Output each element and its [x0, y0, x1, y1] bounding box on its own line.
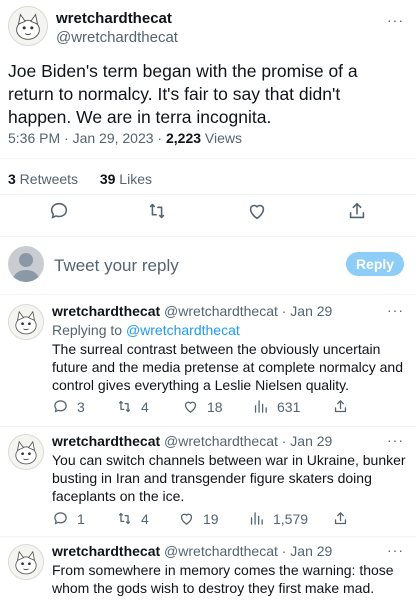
- default-user-icon: [13, 253, 39, 282]
- more-options-icon[interactable]: ···: [387, 302, 404, 318]
- engagement-stats: 3 Retweets 39 Likes: [8, 171, 152, 187]
- reply-icon: [54, 512, 67, 525]
- reply-handle-date[interactable]: @wretchardthecat · Jan 29: [160, 543, 332, 559]
- like-count-button[interactable]: 19: [178, 510, 219, 527]
- cat-cartoon-avatar-icon: [9, 305, 43, 339]
- reply-handle-date[interactable]: @wretchardthecat · Jan 29: [160, 303, 332, 319]
- reply-display-name[interactable]: wretchardthecat: [52, 433, 160, 449]
- retweet-icon[interactable]: [146, 200, 170, 224]
- views-chart-icon: [250, 512, 263, 525]
- reply-input[interactable]: Tweet your reply: [54, 256, 179, 276]
- views-count-button[interactable]: 1,579: [248, 510, 308, 527]
- reply-action-bar: 3 4 18 631: [52, 398, 402, 418]
- like-icon: [184, 401, 197, 413]
- views-count-button[interactable]: 631: [252, 398, 300, 415]
- reply-count: 3: [77, 398, 85, 415]
- divider: [0, 158, 416, 159]
- retweets-label: Retweets: [15, 171, 79, 187]
- views-count: 2,223: [165, 130, 202, 146]
- views-count: 631: [277, 398, 301, 415]
- author-handle[interactable]: @wretchardthecat: [56, 29, 178, 46]
- reply-count: 1: [77, 510, 85, 527]
- current-user-avatar[interactable]: [8, 246, 44, 282]
- like-count-button[interactable]: 18: [182, 398, 223, 415]
- like-icon: [180, 513, 193, 525]
- reply-text: The surreal contrast between the obvious…: [52, 341, 403, 393]
- retweets-stat[interactable]: 3 Retweets: [8, 171, 78, 187]
- like-count: 19: [203, 510, 219, 527]
- reply-display-name[interactable]: wretchardthecat: [52, 543, 160, 559]
- reply-header: wretchardthecat @wretchardthecat · Jan 2…: [52, 302, 332, 320]
- replying-to: Replying to @wretchardthecat: [52, 321, 240, 339]
- reply-handle-date[interactable]: @wretchardthecat · Jan 29: [160, 433, 332, 449]
- retweet-count-button[interactable]: 4: [116, 510, 149, 527]
- reply-header: wretchardthecat @wretchardthecat · Jan 2…: [52, 432, 332, 450]
- retweet-count: 4: [141, 398, 149, 415]
- like-icon[interactable]: [246, 200, 270, 224]
- replying-to-handle[interactable]: @wretchardthecat: [126, 322, 240, 338]
- divider: [0, 236, 416, 237]
- likes-count: 39: [99, 171, 116, 187]
- reply-text: You can switch channels between war in U…: [52, 452, 406, 504]
- share-icon[interactable]: [346, 200, 370, 224]
- replying-to-label: Replying to: [52, 322, 126, 338]
- reply-display-name[interactable]: wretchardthecat: [52, 303, 160, 319]
- likes-label: Likes: [115, 171, 152, 187]
- retweet-count: 4: [141, 510, 149, 527]
- reply-avatar[interactable]: [8, 544, 44, 580]
- tweet-timestamp[interactable]: 5:36 PM · Jan 29, 2023 ·: [8, 130, 166, 146]
- retweet-icon: [118, 400, 131, 413]
- reply-count-button[interactable]: 1: [52, 510, 85, 527]
- reply-icon: [54, 400, 67, 413]
- divider: [0, 426, 416, 427]
- reply-count-button[interactable]: 3: [52, 398, 85, 415]
- divider: [0, 536, 416, 537]
- tweet-text: Joe Biden's term began with the promise …: [8, 61, 358, 127]
- share-icon: [334, 512, 347, 525]
- reply-avatar[interactable]: [8, 434, 44, 470]
- views-label: Views: [201, 130, 243, 146]
- retweet-count-button[interactable]: 4: [116, 398, 149, 415]
- cat-cartoon-avatar-icon: [9, 435, 43, 469]
- author-display-name[interactable]: wretchardthecat: [56, 10, 172, 27]
- reply-header: wretchardthecat @wretchardthecat · Jan 2…: [52, 542, 332, 560]
- cat-cartoon-avatar-icon: [9, 7, 47, 45]
- more-options-icon[interactable]: ···: [387, 12, 404, 28]
- divider: [0, 194, 416, 195]
- reply-action-bar: 1 4 19 1,579: [52, 510, 402, 530]
- reply-avatar[interactable]: [8, 304, 44, 340]
- tweet-meta: 5:36 PM · Jan 29, 2023 · 2,223 Views: [8, 130, 242, 146]
- retweets-count: 3: [8, 171, 16, 187]
- more-options-icon[interactable]: ···: [387, 432, 404, 448]
- reply-icon[interactable]: [48, 200, 72, 224]
- reply-text: From somewhere in memory comes the warni…: [52, 562, 394, 596]
- author-avatar[interactable]: [8, 6, 48, 46]
- divider: [0, 294, 416, 295]
- cat-cartoon-avatar-icon: [9, 545, 43, 579]
- share-button[interactable]: [332, 398, 357, 415]
- share-icon: [334, 400, 347, 413]
- views-chart-icon: [254, 400, 267, 413]
- tweet-action-bar: [0, 200, 416, 230]
- more-options-icon[interactable]: ···: [387, 542, 404, 558]
- like-count: 18: [207, 398, 223, 415]
- likes-stat[interactable]: 39 Likes: [100, 171, 152, 187]
- retweet-icon: [118, 512, 131, 525]
- reply-button[interactable]: Reply: [346, 252, 404, 276]
- share-button[interactable]: [332, 510, 357, 527]
- views-count: 1,579: [273, 510, 309, 527]
